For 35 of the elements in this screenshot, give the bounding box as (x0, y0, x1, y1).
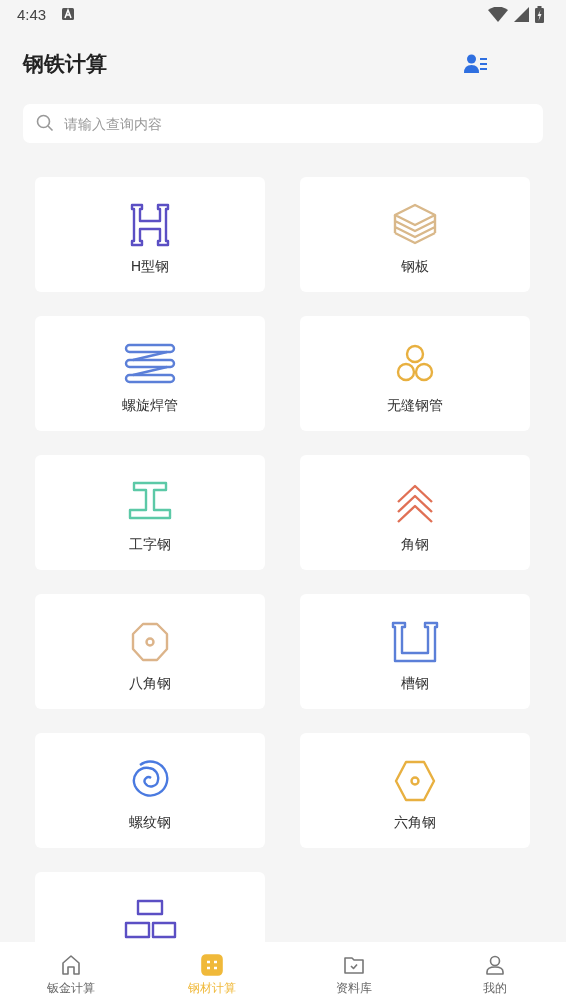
material-label: 槽钢 (401, 675, 429, 693)
material-label: 八角钢 (129, 675, 171, 693)
material-label: 六角钢 (394, 814, 436, 832)
nav-tab[interactable]: 资料库 (283, 942, 425, 1008)
material-card[interactable]: 螺纹钢 (35, 733, 265, 848)
signal-icon (514, 6, 529, 22)
person-icon (484, 953, 507, 976)
material-card[interactable]: 八角钢 (35, 594, 265, 709)
material-card[interactable]: 钢板 (300, 177, 530, 292)
material-card[interactable]: H型钢 (35, 177, 265, 292)
material-label: 工字钢 (129, 536, 171, 554)
material-card[interactable]: 螺旋焊管 (35, 316, 265, 431)
wifi-icon (488, 6, 508, 22)
material-card[interactable]: 工字钢 (35, 455, 265, 570)
material-label: 无缝钢管 (387, 397, 443, 415)
material-label: H型钢 (130, 258, 170, 276)
nav-tab[interactable]: 钣金计算 (0, 942, 142, 1008)
material-card[interactable]: 六角钢 (300, 733, 530, 848)
status-time: 4:43 (17, 5, 47, 23)
home-icon (59, 953, 82, 976)
material-label: 钢板 (401, 258, 429, 276)
material-label: 螺纹钢 (129, 814, 171, 832)
search-icon (36, 114, 54, 132)
notification-icon (62, 8, 75, 20)
grid-icon (201, 953, 224, 976)
battery-icon (535, 5, 544, 23)
user-list-icon[interactable] (464, 53, 488, 75)
search-field[interactable]: 请输入查询内容 (23, 104, 543, 143)
nav-tab[interactable]: 我的 (424, 942, 566, 1008)
page-title: 钢铁计算 (23, 51, 108, 78)
material-card[interactable]: 角钢 (300, 455, 530, 570)
material-label: 螺旋焊管 (122, 397, 178, 415)
material-label: 角钢 (401, 536, 429, 554)
material-card[interactable]: 槽钢 (300, 594, 530, 709)
material-card[interactable]: 无缝钢管 (300, 316, 530, 431)
